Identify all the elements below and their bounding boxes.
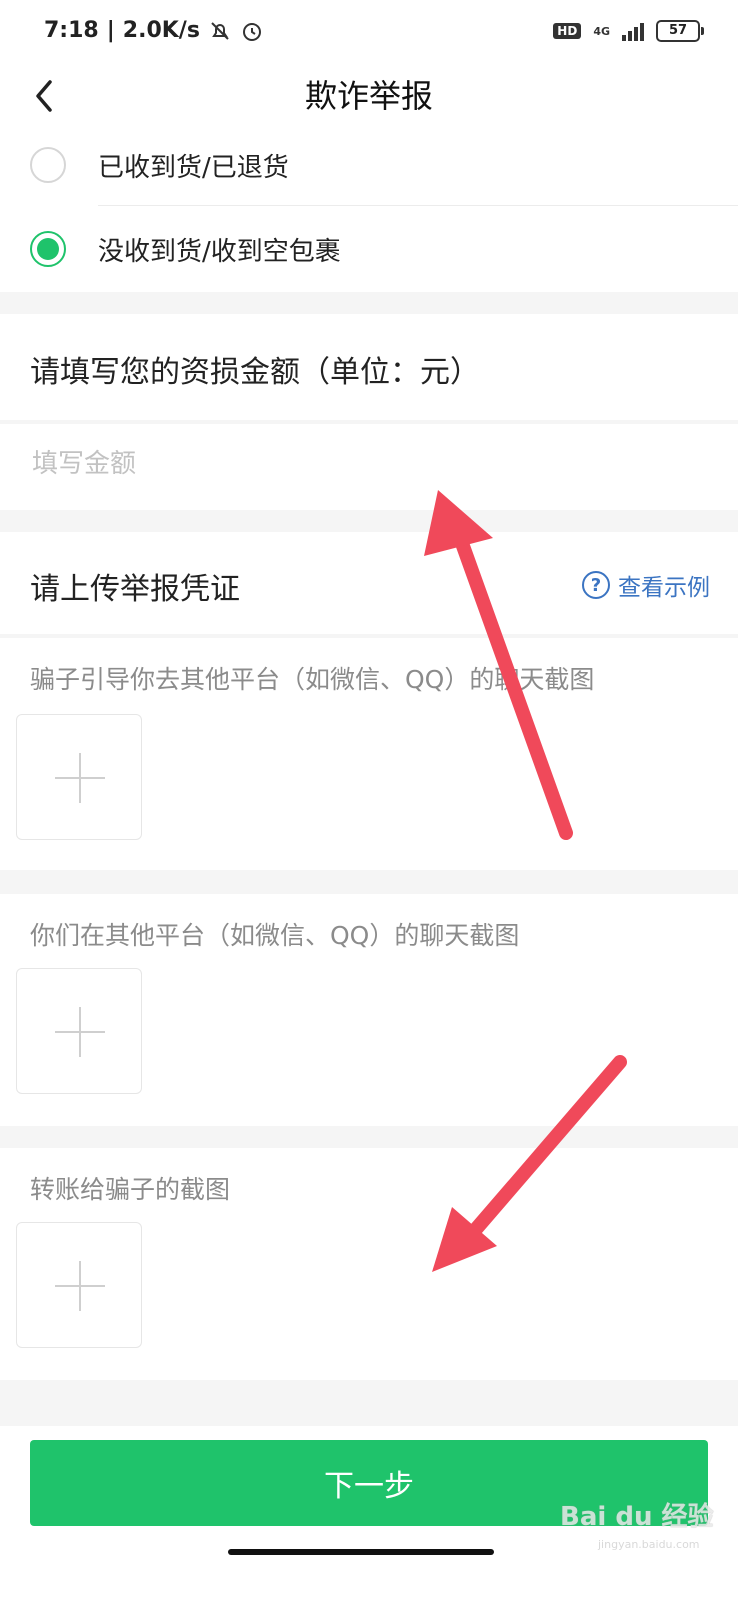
option-label: 没收到货/收到空包裹 <box>98 236 341 267</box>
radio-unchecked-icon[interactable] <box>30 147 66 183</box>
upload-image-button[interactable] <box>16 968 142 1094</box>
amount-title: 请填写您的资损金额（单位：元） <box>30 355 480 390</box>
watermark-sub: jingyan.baidu.com <box>598 1538 700 1551</box>
alarm-icon <box>242 22 261 41</box>
upload-caption: 转账给骗子的截图 <box>30 1175 231 1204</box>
plus-icon-stroke <box>79 1261 81 1311</box>
upload-image-button[interactable] <box>16 1222 142 1348</box>
status-time: 7:18 <box>44 18 99 43</box>
status-right: HD 4G 57 <box>553 20 704 42</box>
upload-caption: 骗子引导你去其他平台（如微信、QQ）的聊天截图 <box>30 665 595 694</box>
upload-block: 骗子引导你去其他平台（如微信、QQ）的聊天截图 <box>0 638 738 870</box>
status-left: 7:18 | 2.0K/s <box>44 18 264 43</box>
hd-badge: HD <box>553 23 582 39</box>
radio-checked-icon[interactable] <box>30 231 66 267</box>
upload-image-button[interactable] <box>16 714 142 840</box>
receipt-options-card: 已收到货/已退货 没收到货/收到空包裹 <box>0 128 738 292</box>
status-bar: 7:18 | 2.0K/s HD 4G 57 <box>0 0 738 64</box>
amount-title-row: 请填写您的资损金额（单位：元） <box>0 314 738 420</box>
watermark-text: Bai du 经验 <box>560 1501 714 1532</box>
nav-bar: 欺诈举报 <box>0 64 738 128</box>
option-label: 已收到货/已退货 <box>98 152 289 183</box>
status-speed: 2.0K/s <box>122 18 200 43</box>
network-type: 4G <box>593 24 610 38</box>
home-indicator <box>228 1549 494 1555</box>
plus-icon-stroke <box>79 1007 81 1057</box>
status-separator: | <box>106 18 115 43</box>
option-not-received[interactable]: 没收到货/收到空包裹 <box>0 206 738 292</box>
view-example-label: 查看示例 <box>618 575 710 601</box>
view-example-link[interactable]: ? 查看示例 <box>582 568 710 602</box>
amount-input-row <box>0 424 738 510</box>
option-received[interactable]: 已收到货/已退货 <box>0 122 738 208</box>
help-circle-icon: ? <box>582 571 610 599</box>
evidence-title: 请上传举报凭证 <box>30 572 240 607</box>
battery-icon: 57 <box>656 20 704 42</box>
page-title: 欺诈举报 <box>304 77 433 115</box>
baidu-watermark-logo: Bai du 经验 <box>560 1484 720 1544</box>
upload-caption: 你们在其他平台（如微信、QQ）的聊天截图 <box>30 921 520 950</box>
plus-icon-stroke <box>79 753 81 803</box>
upload-block: 转账给骗子的截图 <box>0 1148 738 1380</box>
upload-block: 你们在其他平台（如微信、QQ）的聊天截图 <box>0 894 738 1126</box>
mute-bell-icon <box>211 21 229 40</box>
amount-input[interactable] <box>30 448 634 480</box>
evidence-header: 请上传举报凭证 ? 查看示例 <box>0 532 738 634</box>
signal-icon <box>622 21 644 41</box>
